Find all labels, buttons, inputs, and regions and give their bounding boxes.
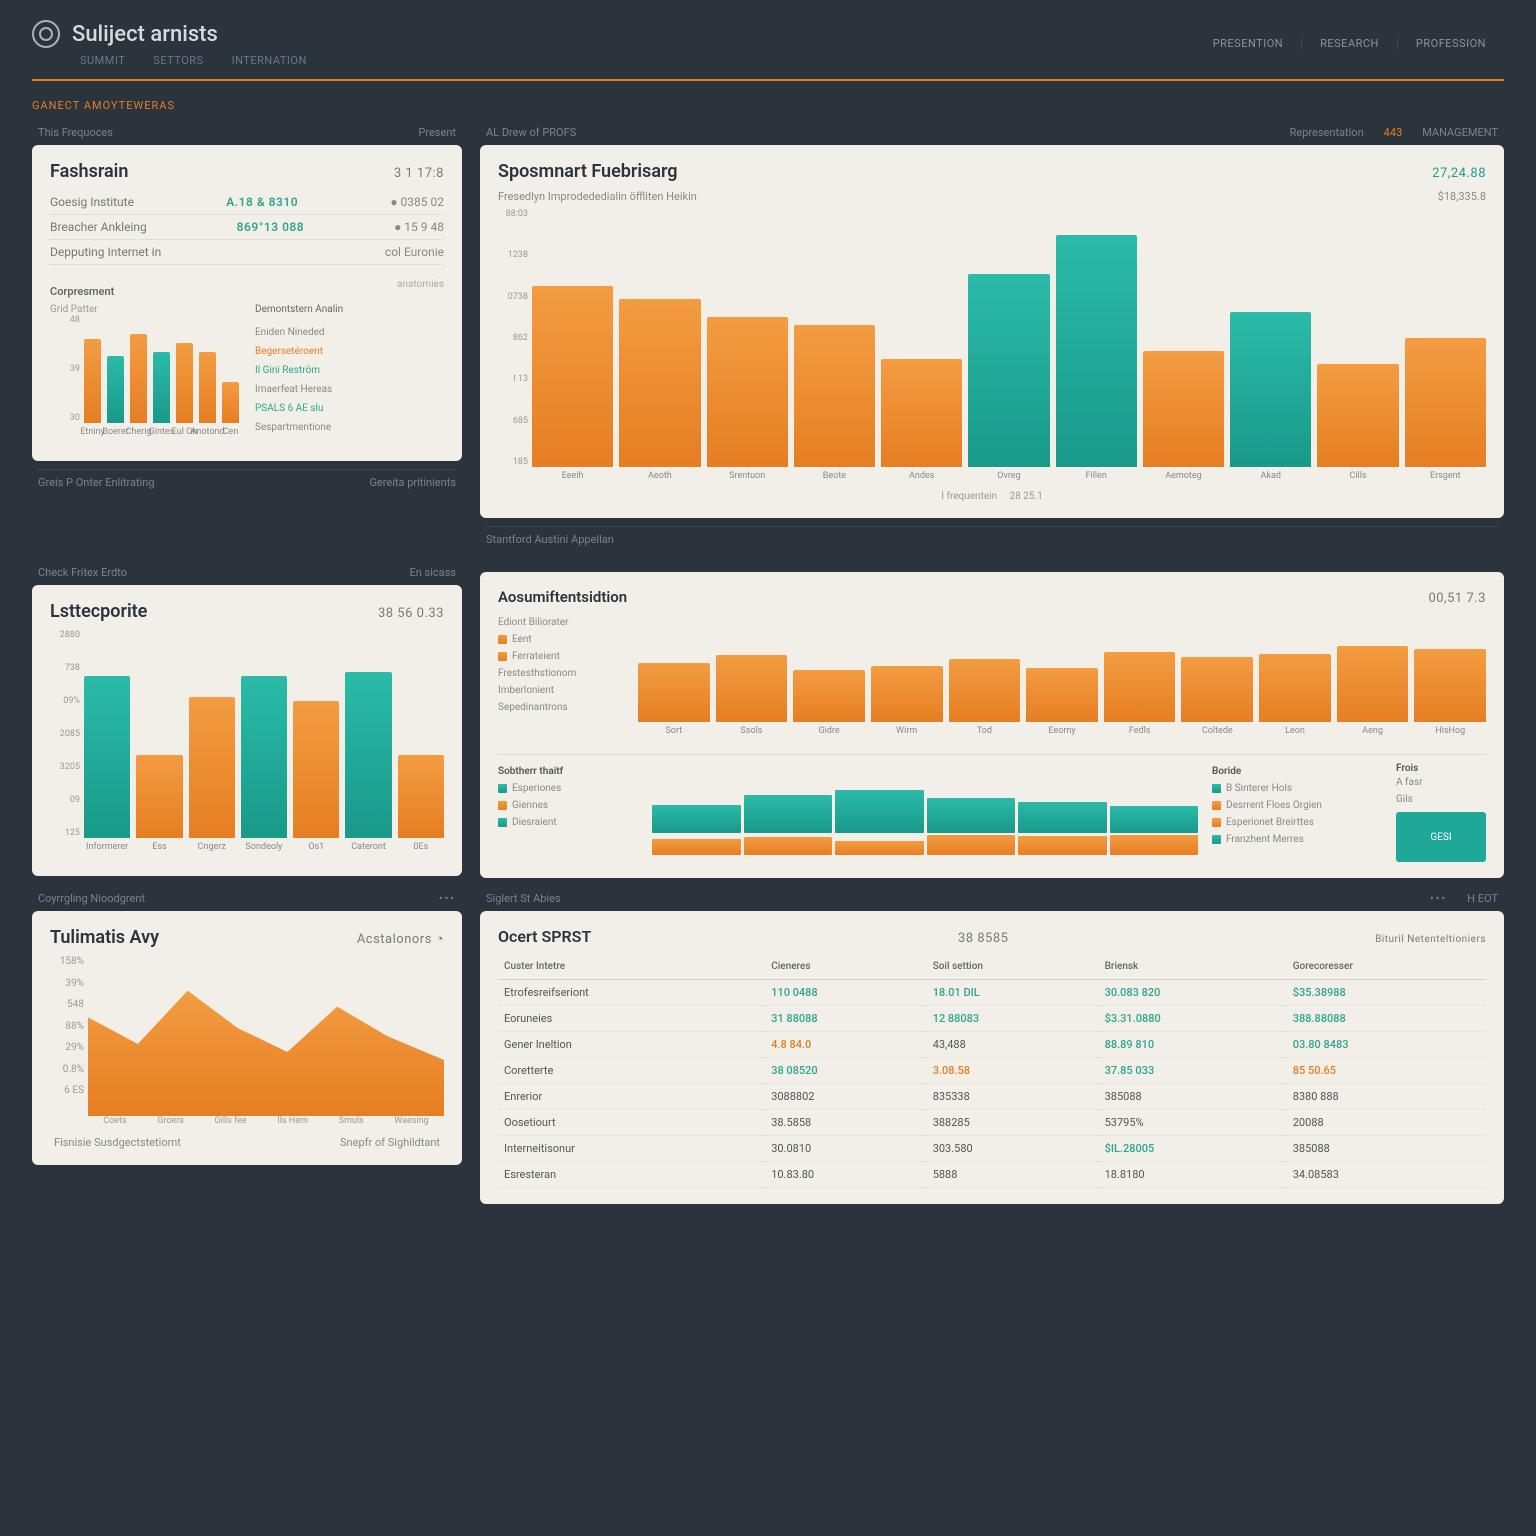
card-title: Ocert SPRST <box>498 927 591 946</box>
bar-label: Coyrrgling Nioodgrent <box>38 892 145 905</box>
mini-chart <box>652 763 1198 833</box>
table-row[interactable]: Coretterte38 085203.08.5837.85 03385 50.… <box>498 1058 1486 1084</box>
card-title: Lsttecporite <box>50 601 147 622</box>
card-value: 27,24.88 <box>1432 166 1486 181</box>
more-icon[interactable]: ••• <box>439 892 456 905</box>
kv-meta: ● 0385 02 <box>390 195 444 209</box>
card-ocert: Ocert SPRST38 8585Bituril Netenteltionie… <box>480 911 1504 1204</box>
bar-label: Siglert St Abies <box>486 892 561 905</box>
card-tulimatis: Tulimatis Avy Acstalonors ◔ 158%39%54888%… <box>32 911 462 1165</box>
nav-link[interactable]: PROFESSION <box>1397 37 1504 50</box>
chart-aosum: Sort Ssols Gidre Wirm Tod Eeorny Fedls C… <box>634 614 1486 744</box>
foot-label: Fisnisie Susdgectstetiomt <box>54 1136 181 1149</box>
th[interactable]: Custer Intetre <box>498 954 765 980</box>
table-row[interactable]: Oosetiourt38.585838828553795%20088 <box>498 1110 1486 1136</box>
table-row[interactable]: Enrerior30888028353383850888380 888 <box>498 1084 1486 1110</box>
bar-label: En sicass <box>409 566 456 579</box>
table-row[interactable]: Esresteran10.83.80588818.818034.08583 <box>498 1162 1486 1188</box>
th[interactable]: Soil settion <box>927 954 1099 980</box>
sub-header: Boride <box>1212 763 1382 780</box>
chart-fashsrain: 483930 Etniny Boerer Cherig Gintes Eul O… <box>50 315 239 445</box>
foot-label: Snepfr of Sighildtant <box>340 1136 440 1149</box>
th[interactable]: Gorecoresser <box>1287 954 1486 980</box>
card-value: 38 56 0.33 <box>378 606 444 621</box>
chart-sposmnart: 88:0312380738862I 13685185 Eeeih Aeoth S… <box>498 209 1486 489</box>
sub-nav: SUMMIT SETTORS INTERNATION <box>80 54 307 67</box>
gesi-button[interactable]: GESI <box>1418 827 1463 848</box>
foot-label: Greis P Onter Enlitrating <box>38 476 155 489</box>
bar-label: This Frequoces <box>38 126 113 139</box>
nav-link[interactable]: PRESENTION <box>1195 37 1301 50</box>
foot-label: Gereita pritinients <box>369 476 456 489</box>
card-title: Sposmnart Fuebrisarg <box>498 161 678 182</box>
th[interactable]: Briensk <box>1099 954 1287 980</box>
card-title: Aosumiftentsidtion <box>498 588 627 606</box>
foot-label: Stantford Austini Appellan <box>486 533 614 546</box>
card-sposmnart: Sposmnart Fuebrisarg27,24.88 Fresedlyn I… <box>480 145 1504 518</box>
table-row[interactable]: Eoruneies31 8808812 88083$3.31.0880388.8… <box>498 1006 1486 1032</box>
subnav-item[interactable]: SUMMIT <box>80 54 125 67</box>
card-value: 3 1 17:8 <box>394 166 444 181</box>
card-fashsrain: Fashsrain 3 1 17:8 Goesig Institute A.18 &… <box>32 145 462 461</box>
card-title: Fashsrain <box>50 161 128 182</box>
sub-header: Sobtherr thaitf <box>498 763 638 780</box>
chart-lsttecporite: 288073809%2085320509125 Informerer Ess C… <box>50 630 444 860</box>
nav-link[interactable]: RESEARCH <box>1301 37 1397 50</box>
card-aosum: Aosumiftentsidtion00,51 7.3 Ediont Bilio… <box>480 572 1504 878</box>
kv-key: Breacher Ankleing <box>50 220 147 234</box>
card-value: 00,51 7.3 <box>1428 591 1486 606</box>
kv-key: Depputing Internet in <box>50 245 161 259</box>
sub-note: Grid Patter <box>50 304 239 315</box>
kv-key: Goesig Institute <box>50 195 134 209</box>
bar-label: Check Fritex Erdto <box>38 566 127 579</box>
data-table: Custer Intetre Cieneres Soil settion Bri… <box>498 954 1486 1188</box>
kv-meta: ● 15 9 48 <box>394 220 444 234</box>
table-row[interactable]: Etrofesreifseriont110 048818.01 DIL30.08… <box>498 980 1486 1006</box>
card-lsttecporite: Lsttecporite 38 56 0.33 288073809%2085320… <box>32 585 462 876</box>
th[interactable]: Cieneres <box>765 954 927 980</box>
app-title: Suliject arnists <box>72 22 218 47</box>
kv-val: 869°13 088 <box>237 220 304 234</box>
kv-val: A.18 & 8310 <box>226 195 298 209</box>
bar-label: Present <box>418 126 456 139</box>
card-title: Tulimatis Avy <box>50 927 159 948</box>
subnav-item[interactable]: INTERNATION <box>232 54 307 67</box>
area-chart: 158%39%54888%29%0.8%6 ES <box>50 956 444 1116</box>
bar-label: AL Drew of PROFS <box>486 126 576 139</box>
kv-meta: col Euronie <box>385 245 444 259</box>
sub-header: Corpresment <box>50 285 239 298</box>
legend-header: Demontstern Analin <box>255 300 444 319</box>
table-row[interactable]: Interneitisonur30.0810303.580$IL.2800538… <box>498 1136 1486 1162</box>
subnav-item[interactable]: SETTORS <box>153 54 203 67</box>
section-tag: GANECT AMOYTEWERAS <box>32 99 1504 112</box>
table-row[interactable]: Gener Ineltion4.8 84.043,48888.89 81003.… <box>498 1032 1486 1058</box>
logo-icon <box>32 20 60 48</box>
mini-chart-2 <box>652 835 1198 855</box>
card-sub: Acstalonors ◔ <box>357 931 444 947</box>
more-icon[interactable]: ••• <box>1430 892 1447 905</box>
top-nav: PRESENTION RESEARCH PROFESSION <box>1195 37 1504 50</box>
sub-header: Frois <box>1396 763 1486 774</box>
